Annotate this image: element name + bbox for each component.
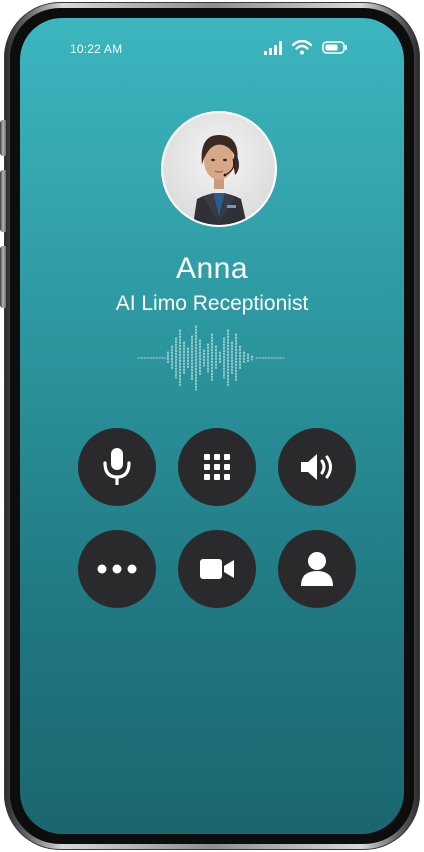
mute-button[interactable] <box>78 428 156 506</box>
cellular-signal-icon <box>264 40 282 55</box>
video-camera-icon <box>200 559 234 579</box>
call-screen: 10:22 AM Anna AI Limo Receptionist <box>20 18 404 834</box>
more-button[interactable] <box>78 530 156 608</box>
caller-name: Anna <box>175 252 249 285</box>
side-button-volume-down <box>0 246 6 308</box>
microphone-icon <box>103 448 131 485</box>
speaker-icon <box>301 454 332 480</box>
contacts-button[interactable] <box>278 530 356 608</box>
caller-avatar-frame <box>161 111 277 227</box>
side-button-silent <box>0 120 6 156</box>
wifi-icon <box>292 40 312 55</box>
keypad-button[interactable] <box>178 428 256 506</box>
speaker-button[interactable] <box>278 428 356 506</box>
voice-waveform-icon <box>137 325 285 391</box>
video-button[interactable] <box>178 530 256 608</box>
battery-icon <box>322 41 347 54</box>
phone-frame: 10:22 AM Anna AI Limo Receptionist <box>0 2 420 850</box>
keypad-icon <box>204 454 230 480</box>
more-icon <box>97 564 137 574</box>
side-button-volume-up <box>0 170 6 232</box>
contact-person-icon <box>301 552 333 586</box>
caller-role: AI Limo Receptionist <box>115 292 309 315</box>
status-icons <box>264 40 348 55</box>
status-time: 10:22 AM <box>70 42 123 56</box>
receptionist-avatar <box>163 113 275 225</box>
call-controls <box>78 428 356 608</box>
status-bar: 10:22 AM <box>20 18 404 76</box>
